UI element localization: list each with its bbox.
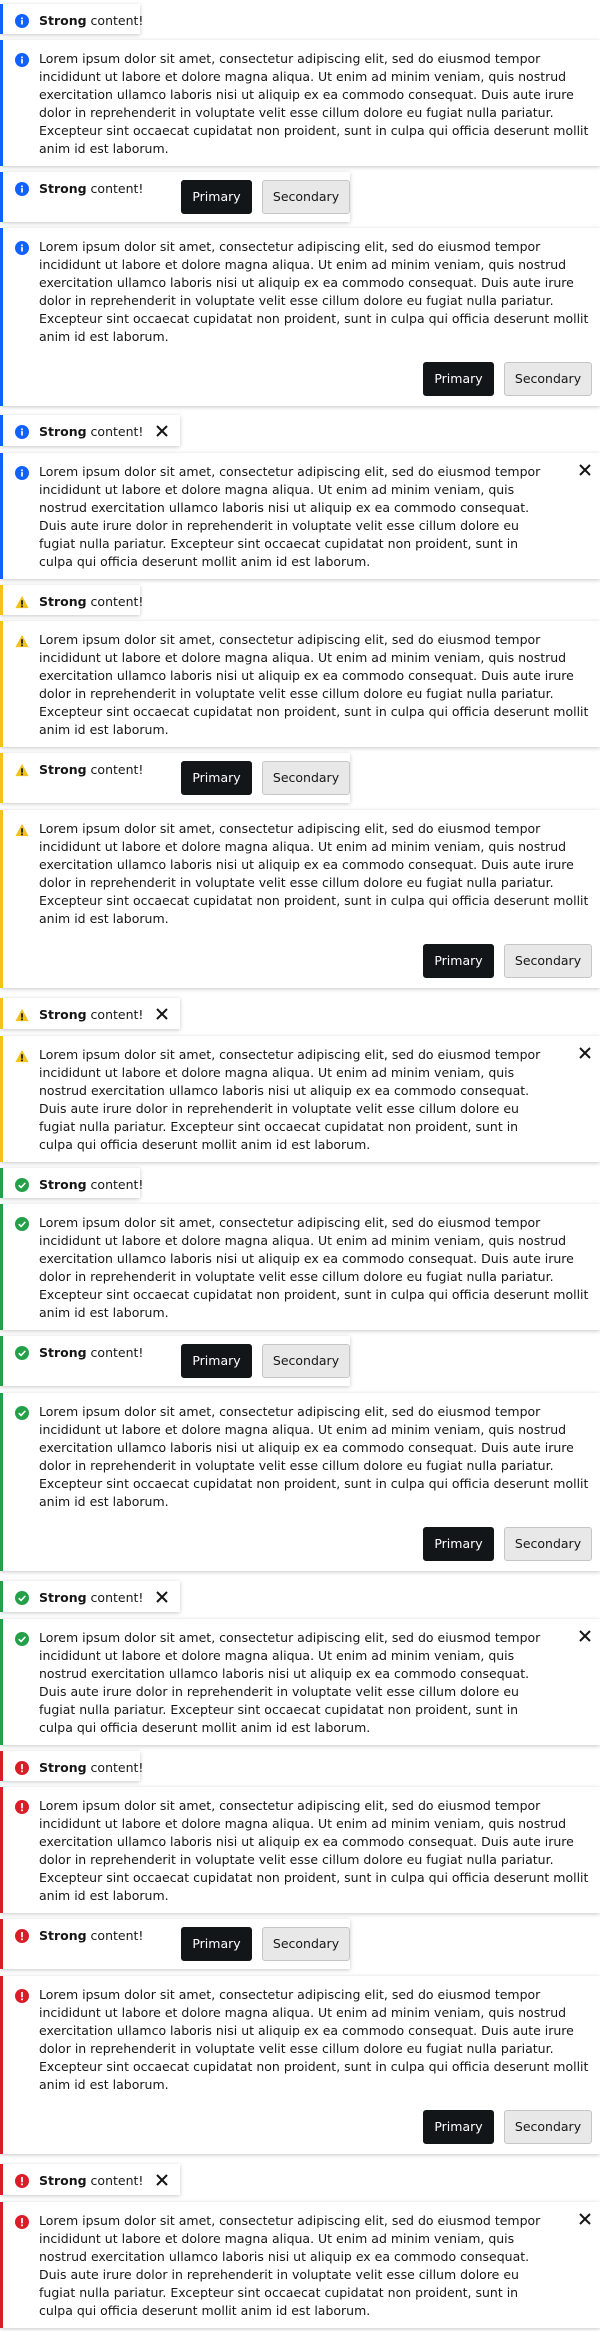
notification-error-short: Strong content! [0, 1751, 144, 1781]
primary-button[interactable]: Primary [181, 1927, 252, 1961]
notification-title: Strong content! [39, 1007, 144, 1022]
notification-title: Strong content! [39, 181, 144, 196]
info-icon [15, 425, 29, 439]
primary-button[interactable]: Primary [181, 1344, 252, 1378]
primary-button[interactable]: Primary [181, 180, 252, 214]
notification-error-dismissible-long: Lorem ipsum dolor sit amet, consectetur … [0, 2202, 600, 2328]
notification-body: Lorem ipsum dolor sit amet, consectetur … [39, 51, 589, 156]
notification-info-actions-short: Strong content! Primary Secondary [0, 172, 350, 222]
warning-icon [15, 1008, 29, 1022]
notification-body: Lorem ipsum dolor sit amet, consectetur … [39, 1630, 541, 1735]
close-icon[interactable] [578, 463, 592, 477]
notification-success-short: Strong content! [0, 1168, 144, 1198]
notification-info-dismissible-long: Lorem ipsum dolor sit amet, consectetur … [0, 453, 600, 579]
notification-warning-short: Strong content! [0, 585, 144, 615]
primary-button[interactable]: Primary [181, 761, 252, 795]
notification-success-long: Lorem ipsum dolor sit amet, consectetur … [0, 1204, 600, 1330]
close-icon[interactable] [578, 1046, 592, 1060]
notification-info-short: Strong content! [0, 4, 144, 34]
error-icon [15, 1989, 29, 2003]
notification-title: Strong content! [39, 424, 144, 439]
notification-warning-long: Lorem ipsum dolor sit amet, consectetur … [0, 621, 600, 747]
notification-warning-actions-short: Strong content! Primary Secondary [0, 753, 350, 803]
warning-icon [15, 823, 29, 837]
secondary-button[interactable]: Secondary [262, 1927, 350, 1961]
notification-body: Lorem ipsum dolor sit amet, consectetur … [39, 821, 589, 926]
check-circle-icon [15, 1632, 29, 1646]
warning-icon [15, 1049, 29, 1063]
secondary-button[interactable]: Secondary [262, 761, 350, 795]
secondary-button[interactable]: Secondary [262, 180, 350, 214]
notification-title: Strong content! [39, 762, 144, 777]
check-circle-icon [15, 1217, 29, 1231]
notification-title: Strong content! [39, 1760, 144, 1775]
check-circle-icon [15, 1591, 29, 1605]
close-icon[interactable] [155, 424, 169, 438]
secondary-button[interactable]: Secondary [262, 1344, 350, 1378]
notification-error-long: Lorem ipsum dolor sit amet, consectetur … [0, 1787, 600, 1913]
notification-success-dismissible-long: Lorem ipsum dolor sit amet, consectetur … [0, 1619, 600, 1745]
notification-success-dismissible-short: Strong content! [0, 1581, 180, 1612]
secondary-button[interactable]: Secondary [504, 362, 592, 396]
notification-info-long: Lorem ipsum dolor sit amet, consectetur … [0, 40, 600, 166]
notification-body: Lorem ipsum dolor sit amet, consectetur … [39, 239, 589, 344]
info-icon [15, 182, 29, 196]
info-icon [15, 14, 29, 28]
error-icon [15, 1800, 29, 1814]
secondary-button[interactable]: Secondary [504, 2110, 592, 2144]
notification-title: Strong content! [39, 1177, 144, 1192]
notification-info-dismissible-short: Strong content! [0, 415, 180, 446]
notification-body: Lorem ipsum dolor sit amet, consectetur … [39, 1047, 541, 1152]
close-icon[interactable] [155, 2173, 169, 2187]
secondary-button[interactable]: Secondary [504, 944, 592, 978]
warning-icon [15, 763, 29, 777]
notification-body: Lorem ipsum dolor sit amet, consectetur … [39, 1404, 589, 1509]
check-circle-icon [15, 1406, 29, 1420]
primary-button[interactable]: Primary [423, 362, 494, 396]
notification-body: Lorem ipsum dolor sit amet, consectetur … [39, 2213, 541, 2318]
primary-button[interactable]: Primary [423, 2110, 494, 2144]
close-icon[interactable] [578, 2212, 592, 2226]
error-icon [15, 2215, 29, 2229]
notification-success-actions-long: Lorem ipsum dolor sit amet, consectetur … [0, 1393, 600, 1571]
notification-warning-actions-long: Lorem ipsum dolor sit amet, consectetur … [0, 810, 600, 988]
notification-body: Lorem ipsum dolor sit amet, consectetur … [39, 632, 589, 737]
error-icon [15, 1761, 29, 1775]
notification-title: Strong content! [39, 1928, 144, 1943]
check-circle-icon [15, 1346, 29, 1360]
primary-button[interactable]: Primary [423, 944, 494, 978]
close-icon[interactable] [578, 1629, 592, 1643]
error-icon [15, 1929, 29, 1943]
info-icon [15, 466, 29, 480]
notification-success-actions-short: Strong content! Primary Secondary [0, 1336, 350, 1386]
notification-warning-dismissible-long: Lorem ipsum dolor sit amet, consectetur … [0, 1036, 600, 1162]
notification-error-actions-long: Lorem ipsum dolor sit amet, consectetur … [0, 1976, 600, 2154]
notification-body: Lorem ipsum dolor sit amet, consectetur … [39, 1798, 589, 1903]
error-icon [15, 2174, 29, 2188]
notification-title: Strong content! [39, 2173, 144, 2188]
check-circle-icon [15, 1178, 29, 1192]
warning-icon [15, 634, 29, 648]
notification-title: Strong content! [39, 13, 144, 28]
notification-error-dismissible-short: Strong content! [0, 2164, 180, 2195]
info-icon [15, 241, 29, 255]
primary-button[interactable]: Primary [423, 1527, 494, 1561]
info-icon [15, 53, 29, 67]
close-icon[interactable] [155, 1590, 169, 1604]
notification-title: Strong content! [39, 1345, 144, 1360]
close-icon[interactable] [155, 1007, 169, 1021]
notification-body: Lorem ipsum dolor sit amet, consectetur … [39, 1215, 589, 1320]
warning-icon [15, 595, 29, 609]
notification-body: Lorem ipsum dolor sit amet, consectetur … [39, 1987, 589, 2092]
notification-body: Lorem ipsum dolor sit amet, consectetur … [39, 464, 541, 569]
notification-title: Strong content! [39, 1590, 144, 1605]
notification-info-actions-long: Lorem ipsum dolor sit amet, consectetur … [0, 228, 600, 406]
notification-warning-dismissible-short: Strong content! [0, 998, 180, 1029]
secondary-button[interactable]: Secondary [504, 1527, 592, 1561]
notification-error-actions-short: Strong content! Primary Secondary [0, 1919, 350, 1969]
notification-title: Strong content! [39, 594, 144, 609]
